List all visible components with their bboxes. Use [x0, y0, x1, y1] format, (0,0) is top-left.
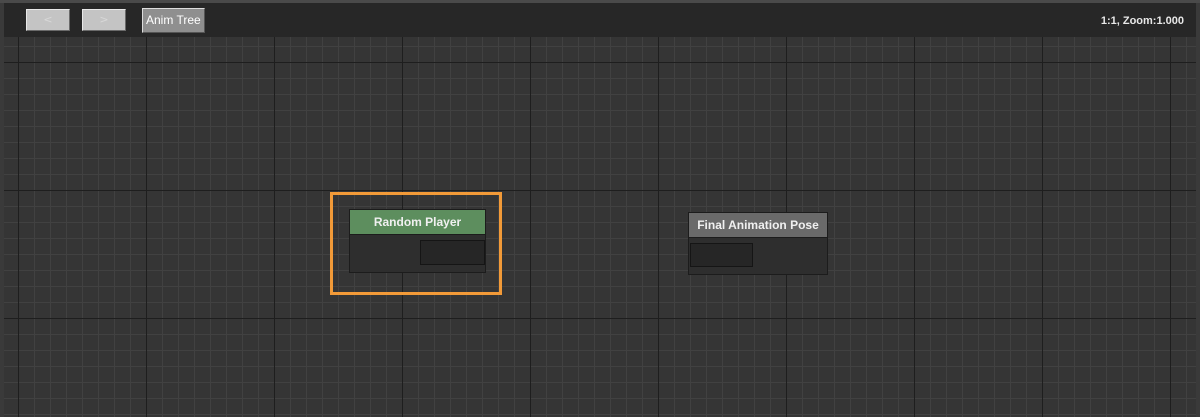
output-pose-pin[interactable] — [420, 240, 485, 265]
forward-button[interactable]: > — [82, 9, 126, 31]
anim-graph-editor: < > Anim Tree 1:1, Zoom:1.000 Random Pla… — [0, 0, 1200, 417]
graph-toolbar: < > Anim Tree 1:1, Zoom:1.000 — [4, 3, 1196, 37]
back-button[interactable]: < — [26, 9, 70, 31]
zoom-readout: 1:1, Zoom:1.000 — [1100, 15, 1184, 27]
node-random-player[interactable]: Random Player — [349, 209, 486, 273]
back-arrow-icon: < — [43, 13, 53, 26]
node-title: Final Animation Pose — [689, 213, 827, 238]
graph-canvas[interactable]: Random Player Final Animation Pose — [4, 37, 1196, 417]
forward-arrow-icon: > — [99, 13, 109, 26]
node-title: Random Player — [350, 210, 485, 235]
node-final-animation-pose[interactable]: Final Animation Pose — [688, 212, 828, 275]
input-pose-pin[interactable] — [690, 243, 753, 267]
breadcrumb-anim-tree[interactable]: Anim Tree — [142, 8, 205, 33]
